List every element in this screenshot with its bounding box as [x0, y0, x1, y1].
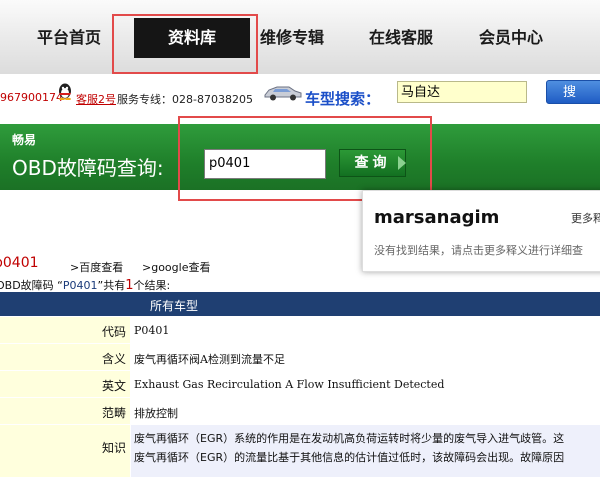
- table-row: 知识 废气再循环（EGR）系统的作用是在发动机高负荷运转时将少量的废气导入进气歧…: [0, 425, 600, 477]
- car-icon: [264, 86, 302, 101]
- nav-home[interactable]: 平台首页: [20, 18, 118, 58]
- table-row: 含义 废气再循环阀A检测到流量不足: [0, 344, 600, 371]
- result-code-title: p0401: [0, 255, 39, 271]
- kefu-link[interactable]: 客服2号: [76, 91, 116, 107]
- row-label: 英文: [101, 379, 126, 393]
- car-search-input[interactable]: 马自达: [397, 81, 527, 103]
- all-models-header: 所有车型: [150, 299, 199, 313]
- popup-word: marsanagim: [374, 207, 500, 228]
- table-row: 代码 P0401: [0, 317, 600, 344]
- row-value: Exhaust Gas Recirculation A Flow Insuffi…: [134, 378, 445, 391]
- table-row: 英文 Exhaust Gas Recirculation A Flow Insu…: [0, 371, 600, 398]
- nav-member-center[interactable]: 会员中心: [466, 18, 556, 58]
- qq-penguin-icon[interactable]: [56, 82, 74, 100]
- baidu-link[interactable]: >百度查看: [70, 259, 123, 275]
- row-label: 代码: [101, 325, 126, 339]
- row-label: 含义: [101, 352, 126, 366]
- result-table-header: [0, 292, 600, 316]
- nav-online-service[interactable]: 在线客服: [356, 18, 446, 58]
- car-search-button[interactable]: 搜 索: [546, 80, 600, 124]
- row-value: 排放控制: [134, 407, 178, 420]
- row-value-line2: 废气再循环（EGR）的流量比基于其他信息的估计值过低时，该故障码会出现。故障原因: [134, 451, 565, 464]
- popup-more-link[interactable]: 更多释: [571, 210, 600, 226]
- popup-message: 没有找到结果，请点击更多释义进行详细查: [374, 244, 583, 257]
- obd-query-title: OBD故障码查询:: [12, 156, 164, 180]
- row-label: 知识: [101, 441, 126, 455]
- row-label: 范畴: [101, 406, 126, 420]
- highlight-box-library: [112, 14, 258, 74]
- row-value: P0401: [134, 324, 170, 337]
- row-value: 废气再循环阀A检测到流量不足: [134, 353, 285, 366]
- nav-repair-album[interactable]: 维修专辑: [246, 18, 338, 58]
- dictionary-popup: [362, 190, 600, 272]
- google-link[interactable]: >google查看: [142, 259, 210, 275]
- obd-brand-label: 畅易: [12, 133, 37, 147]
- result-summary: OBD故障码 “P0401”共有1个结果:: [0, 278, 171, 293]
- row-value-line1: 废气再循环（EGR）系统的作用是在发动机高负荷运转时将少量的废气导入进气歧管。这: [134, 432, 565, 445]
- qq-number: 967900174: [0, 91, 63, 104]
- table-row: 范畴 排放控制: [0, 398, 600, 425]
- car-search-label: 车型搜索：: [305, 90, 381, 108]
- highlight-box-obd-query: [178, 116, 432, 201]
- service-hotline: 服务专线：028-87038205: [117, 93, 253, 106]
